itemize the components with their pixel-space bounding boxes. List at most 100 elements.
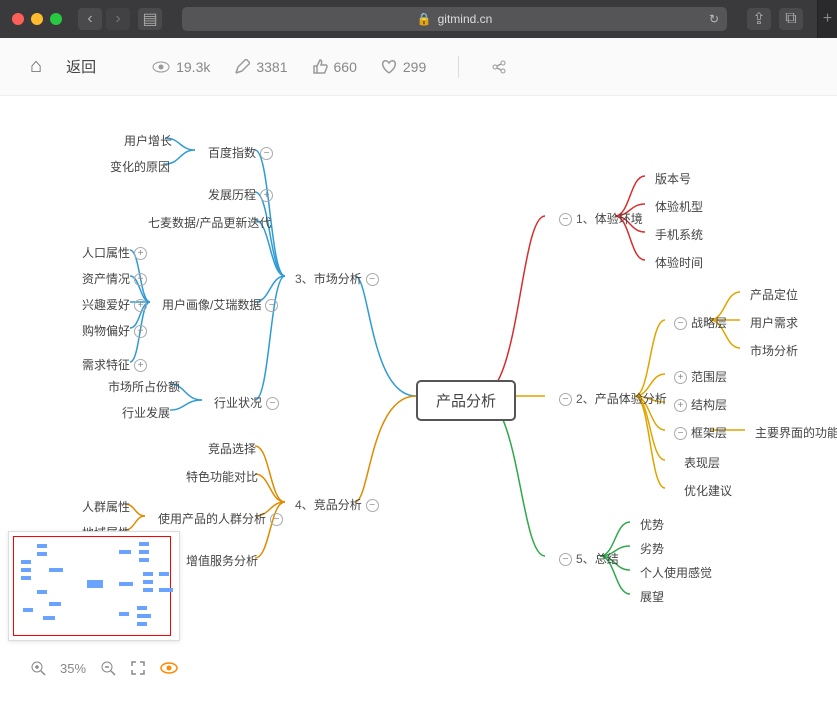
mindmap-canvas[interactable]: 产品分析 −1、体验环境 版本号 体验机型 手机系统 体验时间 −2、产品体验分… (0, 96, 837, 696)
leaf-market[interactable]: 市场分析 (740, 338, 808, 363)
collapse-icon[interactable]: − (265, 299, 278, 312)
leaf-growth[interactable]: 用户增长 (114, 128, 182, 153)
leaf-compselect[interactable]: 竞品选择 (198, 436, 266, 461)
collapse-icon[interactable]: − (559, 393, 572, 406)
leaf-shop[interactable]: 购物偏好+ (72, 318, 161, 343)
node-industry[interactable]: 行业状况− (204, 390, 293, 415)
leaf-time[interactable]: 体验时间 (645, 250, 713, 275)
expand-icon[interactable]: + (134, 325, 147, 338)
branch-5[interactable]: −5、总结 (545, 546, 629, 571)
leaf-positioning[interactable]: 产品定位 (740, 282, 808, 307)
leaf-qimai[interactable]: 七麦数据/产品更新迭代 (138, 210, 281, 235)
leaf-cons[interactable]: 劣势 (630, 536, 674, 561)
leaf-demo[interactable]: 人口属性+ (72, 240, 161, 265)
leaf-version[interactable]: 版本号 (645, 166, 701, 191)
leaf-os[interactable]: 手机系统 (645, 222, 713, 247)
new-tab-button[interactable]: + (817, 0, 837, 38)
expand-icon[interactable]: + (134, 273, 147, 286)
expand-icon[interactable]: + (260, 189, 273, 202)
branch-4[interactable]: 4、竞品分析− (285, 492, 393, 517)
collapse-icon[interactable]: − (674, 317, 687, 330)
minimap[interactable] (8, 531, 180, 641)
expand-icon[interactable]: + (674, 399, 687, 412)
leaf-device[interactable]: 体验机型 (645, 194, 713, 219)
mini-node (21, 576, 31, 580)
node-history[interactable]: 发展历程 + (198, 182, 287, 207)
node-persona[interactable]: 用户画像/艾瑞数据− (152, 292, 292, 317)
mini-node (159, 588, 173, 592)
thumbs-up-icon (312, 59, 328, 75)
leaf-asset[interactable]: 资产情况 + (72, 266, 161, 291)
mini-node (143, 580, 153, 584)
leaf-vas[interactable]: 增值服务分析 (176, 548, 268, 573)
expand-icon[interactable]: + (674, 371, 687, 384)
back-button[interactable]: ‹ (78, 8, 102, 30)
collapse-icon[interactable]: − (266, 397, 279, 410)
mini-node (21, 568, 31, 572)
branch-2-idx: 2、 (576, 392, 595, 406)
leaf-asset-label: 资产情况 (82, 272, 130, 286)
node-history-label: 发展历程 (208, 188, 256, 202)
collapse-icon[interactable]: − (559, 213, 572, 226)
sidebar-toggle[interactable]: ▤ (138, 8, 162, 30)
node-baidu[interactable]: 百度指数− (198, 140, 287, 165)
zoom-in-button[interactable] (30, 660, 46, 676)
root-node[interactable]: 产品分析 (416, 380, 516, 421)
url-bar[interactable]: 🔒 gitmind.cn ↻ (182, 7, 727, 31)
node-structure-label: 结构层 (691, 398, 727, 412)
branch-4-label: 竞品分析 (314, 498, 362, 512)
fav-count[interactable]: 299 (381, 59, 426, 75)
minimize-window[interactable] (31, 13, 43, 25)
leaf-reason[interactable]: 变化的原因 (100, 154, 180, 179)
leaf-need-label: 需求特征 (82, 358, 130, 372)
node-userana[interactable]: 使用产品的人群分析− (148, 506, 297, 531)
collapse-icon[interactable]: − (559, 553, 572, 566)
presentation-button[interactable] (160, 661, 178, 675)
branch-1[interactable]: −1、体验环境 (545, 206, 653, 231)
mini-node (137, 622, 147, 626)
zoom-out-button[interactable] (100, 660, 116, 676)
expand-icon[interactable]: + (134, 247, 147, 260)
leaf-feature[interactable]: 特色功能对比 (176, 464, 268, 489)
node-skeleton[interactable]: −框架层 (660, 420, 737, 445)
share-icon[interactable]: ⇪ (747, 8, 771, 30)
collapse-icon[interactable]: − (270, 513, 283, 526)
node-strategy[interactable]: −战略层 (660, 310, 737, 335)
expand-icon[interactable]: + (134, 359, 147, 372)
branch-5-label: 总结 (595, 552, 619, 566)
branch-3[interactable]: 3、市场分析− (285, 266, 393, 291)
fit-button[interactable] (130, 660, 146, 676)
node-structure[interactable]: + 结构层 (660, 392, 737, 417)
leaf-pros[interactable]: 优势 (630, 512, 674, 537)
leaf-outlook[interactable]: 展望 (630, 584, 674, 609)
leaf-interest[interactable]: 兴趣爱好+ (72, 292, 161, 317)
leaf-feel[interactable]: 个人使用感觉 (630, 560, 722, 585)
collapse-icon[interactable]: − (674, 427, 687, 440)
leaf-optimize[interactable]: 优化建议 (674, 478, 742, 503)
maximize-window[interactable] (50, 13, 62, 25)
node-scope[interactable]: +范围层 (660, 364, 737, 389)
expand-icon[interactable]: + (134, 299, 147, 312)
collapse-icon[interactable]: − (366, 273, 379, 286)
mini-node (43, 616, 55, 620)
leaf-userneed[interactable]: 用户需求 (740, 310, 808, 335)
forward-button[interactable]: › (106, 8, 130, 30)
leaf-dev[interactable]: 行业发展 (112, 400, 180, 425)
branch-2[interactable]: −2、产品体验分析 (545, 386, 677, 411)
leaf-ui-functions[interactable]: 主要界面的功能区 (745, 420, 837, 445)
reload-icon[interactable]: ↻ (709, 12, 719, 26)
share-button[interactable] (491, 59, 507, 75)
back-link[interactable]: 返回 (66, 56, 96, 77)
leaf-surface[interactable]: 表现层 (674, 450, 730, 475)
collapse-icon[interactable]: − (260, 147, 273, 160)
mini-node (23, 608, 33, 612)
tabs-icon[interactable]: ⧉ (779, 8, 803, 30)
leaf-share[interactable]: 市场所占份额 (98, 374, 190, 399)
home-button[interactable]: ⌂ (30, 55, 42, 78)
like-count[interactable]: 660 (312, 59, 357, 75)
mini-node (139, 542, 149, 546)
close-window[interactable] (12, 13, 24, 25)
collapse-icon[interactable]: − (366, 499, 379, 512)
mini-root (87, 580, 103, 588)
leaf-crowd[interactable]: 人群属性 (72, 494, 140, 519)
